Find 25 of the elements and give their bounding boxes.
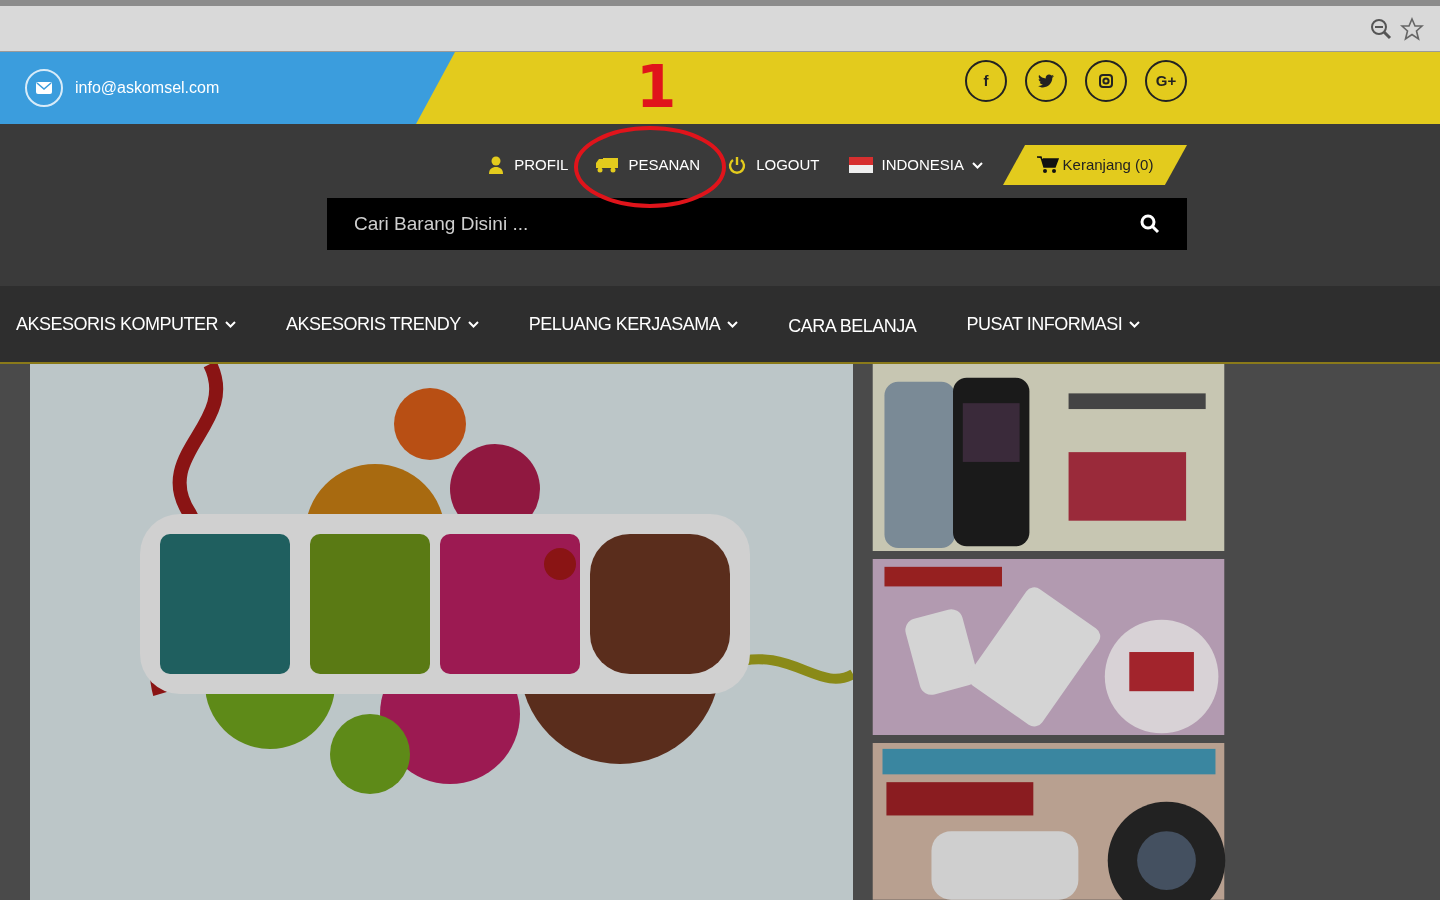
email-icon xyxy=(25,69,63,107)
flag-icon xyxy=(849,157,874,173)
chevron-icon xyxy=(972,161,983,169)
annotation-number: 1 xyxy=(636,52,677,122)
menu-item[interactable]: PUSAT INFORMASI xyxy=(966,310,1141,338)
account-link[interactable]: PROFIL xyxy=(488,153,569,177)
account-link[interactable]: LOGOUT xyxy=(728,153,820,177)
power-icon xyxy=(728,156,747,174)
truck-icon xyxy=(596,157,619,173)
cart-icon xyxy=(1036,156,1059,174)
person-icon xyxy=(488,156,505,174)
star-icon[interactable] xyxy=(1400,16,1424,41)
social-link[interactable]: G+ xyxy=(1145,60,1187,102)
menu-item[interactable]: CARA BELANJA xyxy=(788,308,917,340)
search-field[interactable]: Cari Barang Disini ... xyxy=(327,198,1187,250)
cart-button[interactable]: Keranjang (0) xyxy=(1003,145,1187,185)
bird-icon[interactable] xyxy=(1025,60,1067,102)
language-selector[interactable]: INDONESIA xyxy=(849,153,983,177)
menu-item[interactable]: AKSESORIS KOMPUTER xyxy=(16,310,237,338)
menu-item[interactable]: PELUANG KERJASAMA xyxy=(528,310,739,338)
social-link[interactable]: f xyxy=(965,60,1007,102)
zoom-icon[interactable] xyxy=(1370,17,1392,40)
search-icon[interactable] xyxy=(1140,214,1160,234)
menu-item[interactable]: AKSESORIS TRENDY xyxy=(286,310,479,338)
camera-icon[interactable] xyxy=(1085,60,1127,102)
